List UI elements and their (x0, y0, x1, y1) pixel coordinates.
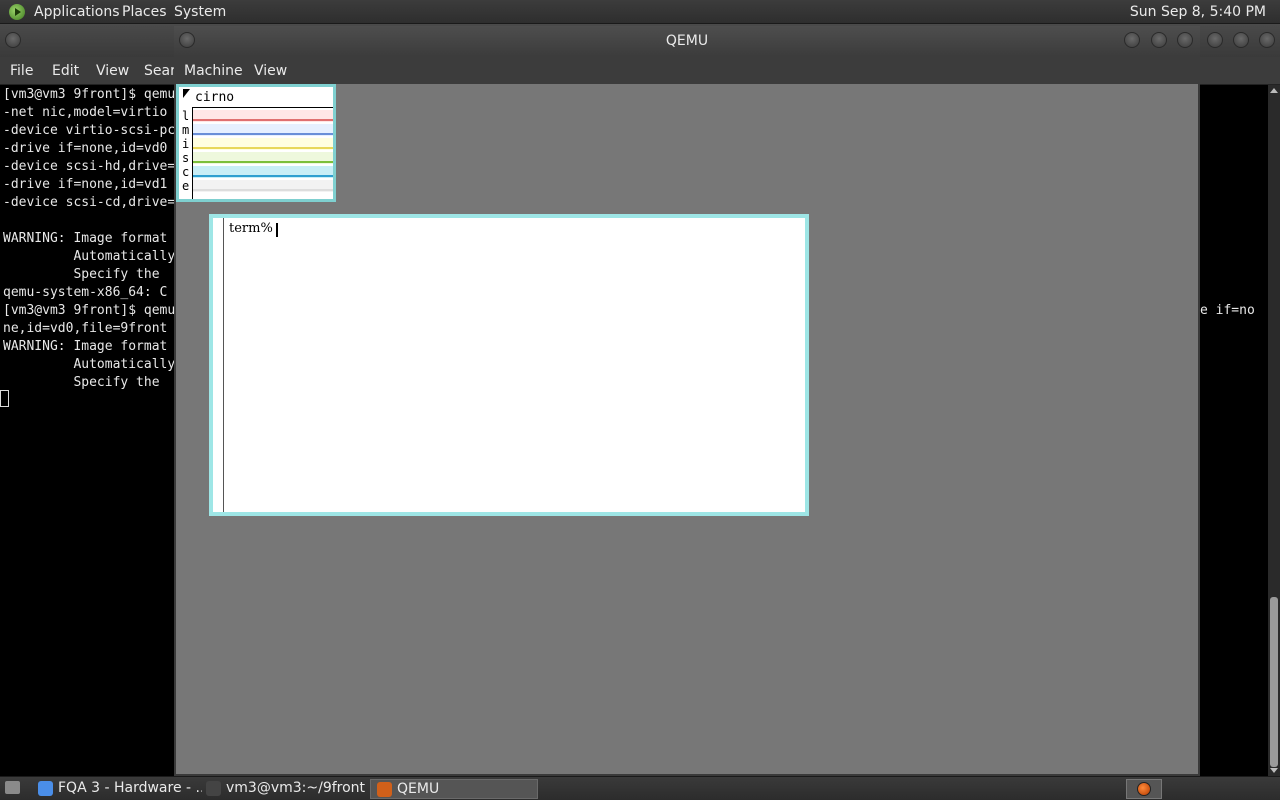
tray-qemu[interactable] (1126, 779, 1162, 799)
task-firefox[interactable]: FQA 3 - Hardware - ... (32, 779, 202, 799)
scrollbar-thumb[interactable] (1270, 597, 1278, 767)
vm-display[interactable]: cirno l m i s c e term% (176, 84, 1198, 774)
window-menu-icon[interactable] (5, 32, 21, 48)
terminal-line: qemu-system-x86_64: C (3, 285, 168, 300)
machine-menu[interactable]: Machine (184, 63, 243, 79)
terminal-line: -device scsi-cd,drive= (3, 195, 176, 210)
terminal-line: [vm3@vm3 9front]$ qemu (3, 87, 176, 102)
task-label: vm3@vm3:~/9front (226, 780, 366, 796)
stats-graph (193, 166, 333, 178)
terminal-line: -drive if=none,id=vd1 (3, 177, 168, 192)
browser-icon (38, 781, 53, 796)
terminal-line: [vm3@vm3 9front]$ qemu (3, 303, 176, 318)
top-panel: Applications Places System Sun Sep 8, 5:… (0, 0, 1280, 24)
scroll-down-icon[interactable] (1270, 768, 1278, 773)
system-menu[interactable]: System (174, 4, 226, 20)
stats-row: e (179, 179, 333, 193)
close-icon[interactable] (1177, 32, 1193, 48)
terminal-icon (206, 781, 221, 796)
stats-row: s (179, 151, 333, 165)
terminal-line: WARNING: Image format (3, 231, 168, 246)
terminal-line: WARNING: Image format (3, 339, 168, 354)
minimize-icon[interactable] (1207, 32, 1223, 48)
stats-label: l (182, 109, 190, 123)
qemu-titlebar[interactable]: QEMU (174, 26, 1200, 56)
task-terminal[interactable]: vm3@vm3:~/9front (200, 779, 370, 799)
terminal-line-fragment: e if=no (1200, 303, 1255, 318)
terminal-line: Specify the (3, 267, 160, 282)
show-desktop-icon[interactable] (5, 781, 20, 794)
terminal-line: Automatically (3, 357, 176, 372)
plan9-scrollbar[interactable] (223, 218, 224, 512)
stats-row: c (179, 165, 333, 179)
view-menu[interactable]: View (96, 63, 129, 79)
gnome-logo-icon[interactable] (9, 4, 25, 20)
stats-graph (193, 180, 333, 192)
scroll-up-icon[interactable] (1270, 88, 1278, 93)
qemu-icon (1137, 782, 1151, 796)
plan9-terminal-window[interactable]: term% (209, 214, 809, 516)
terminal-scrollbar[interactable] (1268, 85, 1280, 776)
maximize-icon[interactable] (1233, 32, 1249, 48)
terminal-line: Specify the (3, 375, 160, 390)
qemu-icon (377, 782, 392, 797)
terminal-line: ne,id=vd0,file=9front (3, 321, 168, 336)
stats-row: m (179, 123, 333, 137)
qemu-window-title: QEMU (665, 33, 709, 49)
stats-label: e (182, 179, 190, 193)
close-icon[interactable] (1259, 32, 1275, 48)
terminal-line: -drive if=none,id=vd0 (3, 141, 168, 156)
stats-label: s (182, 151, 190, 165)
task-qemu[interactable]: QEMU (370, 779, 538, 799)
file-menu[interactable]: File (10, 63, 33, 79)
text-cursor (276, 223, 278, 237)
mouse-pointer-icon (183, 89, 190, 98)
view-menu[interactable]: View (254, 63, 287, 79)
stats-label: i (182, 137, 190, 151)
maximize-icon[interactable] (1151, 32, 1167, 48)
stats-row: l (179, 109, 333, 123)
terminal-line: Automatically (3, 249, 176, 264)
stats-graph (193, 138, 333, 150)
stats-label: m (182, 123, 190, 137)
terminal-line: -device scsi-hd,drive= (3, 159, 176, 174)
qemu-window: QEMU Machine View cirno l m i s c e term… (174, 26, 1200, 776)
bottom-panel: FQA 3 - Hardware - ... vm3@vm3:~/9front … (0, 776, 1280, 800)
task-label: QEMU (397, 781, 440, 797)
shell-prompt: term% (229, 221, 273, 236)
qemu-menubar: Machine View (174, 56, 1200, 84)
minimize-icon[interactable] (1124, 32, 1140, 48)
stats-graph (193, 124, 333, 136)
terminal-line: -net nic,model=virtio (3, 105, 168, 120)
places-menu[interactable]: Places (122, 4, 167, 20)
task-label: FQA 3 - Hardware - ... (58, 780, 202, 796)
stats-window[interactable]: cirno l m i s c e (176, 84, 336, 202)
stats-graph (193, 110, 333, 122)
clock[interactable]: Sun Sep 8, 5:40 PM (1130, 4, 1266, 20)
edit-menu[interactable]: Edit (52, 63, 79, 79)
terminal-cursor (0, 390, 9, 407)
terminal-line: -device virtio-scsi-pc (3, 123, 176, 138)
stats-divider (192, 107, 333, 108)
applications-menu[interactable]: Applications (34, 4, 120, 20)
stats-label: c (182, 165, 190, 179)
stats-graph (193, 152, 333, 164)
stats-row: i (179, 137, 333, 151)
stats-hostname: cirno (195, 90, 235, 105)
